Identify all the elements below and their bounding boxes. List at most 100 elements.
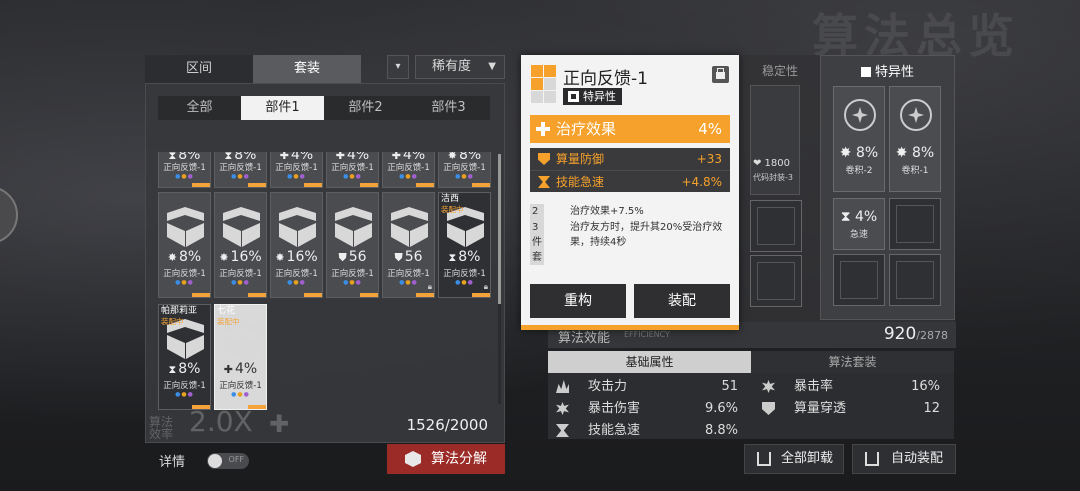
attribute-row: 暴击伤害 9.6%: [548, 398, 748, 420]
card-name: 正向反馈-1: [219, 381, 262, 391]
rarity-dots: ●●●: [175, 391, 194, 398]
tab-all[interactable]: 全部: [158, 96, 241, 120]
item-grid-panel: 全部 部件1 部件2 部件3 ⧗ 8% 正向反馈-1 ●●● ⧗ 8% 正向反馈-1 ●●● ✚…: [145, 83, 505, 443]
tab-algorithm-sets[interactable]: 算法套装: [751, 351, 954, 373]
details-toggle-row: 详情 OFF: [159, 451, 250, 470]
algorithm-card[interactable]: ⧗ 8% 正向反馈-1 ●●● 洁西 装配中 🔒︎: [438, 192, 491, 298]
card-name: 正向反馈-1: [163, 163, 206, 173]
efficiency-multiplier: 2.0X: [189, 405, 253, 438]
auto-equip-button[interactable]: 自动装配: [852, 444, 956, 474]
algorithm-card[interactable]: ⧗ 8% 正向反馈-1 ●●● 帕那莉亚 装配中: [158, 304, 211, 410]
scrollbar-thumb[interactable]: [498, 154, 501, 304]
algorithm-card[interactable]: ⛊ 56 正向反馈-1 ●●●: [326, 192, 379, 298]
attribute-value: 16%: [911, 379, 940, 394]
toggle-state: OFF: [228, 454, 245, 464]
stability-label: 稳定性: [762, 64, 799, 78]
rarity-dots: ●●●: [455, 279, 474, 286]
algorithm-card[interactable]: ✚ 4% 正向反馈-1 ●●● 七花 装配中: [214, 304, 267, 410]
algorithm-card[interactable]: ✚ 4% 正向反馈-1 ●●●: [382, 152, 435, 188]
stat-icon: ⛊: [338, 251, 347, 264]
tab-part-1[interactable]: 部件1: [241, 96, 324, 120]
stat-icon: ✸: [219, 251, 229, 264]
attribute-row: 技能急速 8.8%: [548, 420, 748, 439]
empty-slot[interactable]: [889, 198, 941, 250]
lock-icon: 🔒︎: [483, 282, 488, 291]
inventory-panel: 区间 套装 ▾ 稀有度 ▼ 全部 部件1 部件2 部件3 ⧗ 8% 正向反馈-1 ●●…: [145, 55, 505, 475]
card-stat: ❤ 1800: [753, 158, 791, 169]
card-stat: ✸ 8%: [839, 145, 879, 161]
special-card[interactable]: ✸ 8% 卷积-1: [889, 86, 941, 192]
attribute-row: 攻击力 51: [548, 376, 748, 398]
efficiency-bar-value: 920/2878: [883, 324, 948, 344]
main-stat-value: 4%: [698, 120, 722, 138]
empty-slot[interactable]: [750, 200, 802, 252]
card-stat: ✸ 16%: [215, 249, 266, 265]
sub-stat-name: 算量防御: [556, 152, 605, 166]
equipped-tag: 装配中: [441, 205, 464, 214]
empty-slot[interactable]: [833, 254, 885, 306]
rarity-corner: [248, 183, 266, 187]
rarity-dots: ●●●: [399, 173, 418, 180]
stat-icon: ✸: [167, 251, 177, 264]
rarity-corner: [192, 293, 210, 297]
main-stat-name: 治疗效果: [556, 120, 617, 138]
set-badge: 3件套: [530, 220, 544, 265]
sub-stat-row: 算量防御 +33: [530, 148, 730, 170]
sub-stat-row: 技能急速 +4.8%: [530, 170, 730, 192]
special-header: 特异性: [821, 61, 954, 80]
algorithm-card[interactable]: ✚ 4% 正向反馈-1 ●●●: [270, 152, 323, 188]
sort-order-button[interactable]: ▾: [387, 55, 409, 79]
tab-part-3[interactable]: 部件3: [407, 96, 490, 120]
unload-all-button[interactable]: 全部卸载: [744, 444, 844, 474]
algorithm-card[interactable]: ⛊ 56 正向反馈-1 ●●● 🔒︎: [382, 192, 435, 298]
rarity-corner: [304, 183, 322, 187]
chevron-emblem-icon: [223, 207, 260, 247]
rarity-corner: [360, 293, 378, 297]
gear-icon: [762, 380, 775, 393]
equipped-card[interactable]: ❤ 1800 代码封装-3: [750, 85, 800, 195]
tab-set[interactable]: 套装: [253, 55, 361, 83]
card-stat-value: 8%: [178, 361, 201, 377]
card-name: 正向反馈-1: [331, 163, 374, 173]
rarity-dropdown[interactable]: 稀有度 ▼: [415, 55, 505, 79]
tab-base-attributes[interactable]: 基础属性: [548, 351, 751, 373]
algorithm-card[interactable]: ✚ 4% 正向反馈-1 ●●●: [326, 152, 379, 188]
reconstruct-button[interactable]: 重构: [530, 284, 626, 318]
equipped-tag: 装配中: [217, 317, 240, 326]
inventory-capacity: 1526/2000: [406, 416, 488, 434]
lock-icon[interactable]: [712, 66, 729, 83]
rarity-corner: [416, 183, 434, 187]
special-card[interactable]: ⧗ 4% 急速: [833, 198, 885, 250]
card-stat-value: 16%: [230, 249, 262, 265]
card-name: 正向反馈-1: [163, 269, 206, 279]
empty-slot[interactable]: [750, 255, 802, 307]
decompose-button[interactable]: 算法分解: [387, 444, 505, 474]
sub-stat-value: +4.8%: [681, 175, 722, 189]
algorithm-card[interactable]: ⧗ 8% 正向反馈-1 ●●●: [214, 152, 267, 188]
algorithm-card[interactable]: ✸ 16% 正向反馈-1 ●●●: [270, 192, 323, 298]
chevron-emblem-icon: [335, 207, 372, 247]
shield-icon: [762, 402, 775, 415]
tab-range[interactable]: 区间: [145, 55, 253, 83]
algorithm-card[interactable]: ⧗ 8% 正向反馈-1 ●●●: [158, 152, 211, 188]
card-name: 正向反馈-1: [387, 269, 430, 279]
tab-part-2[interactable]: 部件2: [324, 96, 407, 120]
rarity-dots: ●●●: [231, 391, 250, 398]
empty-slot[interactable]: [889, 254, 941, 306]
equip-button[interactable]: 装配: [634, 284, 730, 318]
details-label: 详情: [159, 455, 186, 470]
filter-tabs: 区间 套装: [145, 55, 361, 83]
algorithm-card[interactable]: ✸ 16% 正向反馈-1 ●●●: [214, 192, 267, 298]
rarity-corner: [248, 293, 266, 297]
download-icon: [865, 452, 879, 466]
card-stat: ⧗ 8%: [439, 249, 490, 265]
special-card[interactable]: ✸ 8% 卷积-2: [833, 86, 885, 192]
grid-scrollbar[interactable]: [498, 154, 501, 404]
heal-plus-icon: [536, 122, 550, 136]
algorithm-card[interactable]: ✸ 8% 正向反馈-1 ●●●: [158, 192, 211, 298]
algorithm-card[interactable]: ✸ 8% 正向反馈-1 ●●●: [438, 152, 491, 188]
special-tag: 特异性: [563, 88, 622, 105]
details-toggle[interactable]: OFF: [207, 452, 250, 469]
set-desc: 治疗效果+7.5%: [570, 206, 644, 217]
rarity-dots: ●●●: [287, 279, 306, 286]
